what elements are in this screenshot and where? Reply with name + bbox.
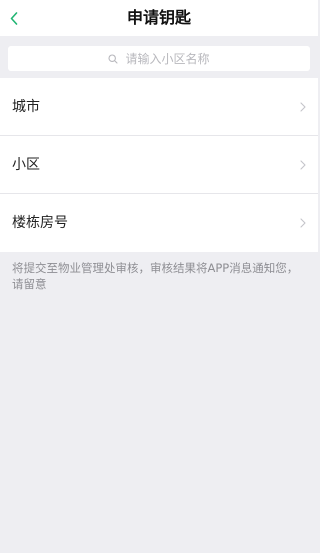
header-bar: 申请钥匙 [0, 0, 318, 36]
search-input[interactable]: 请输入小区名称 [8, 46, 310, 71]
chevron-right-icon [300, 159, 306, 170]
key-request-form-list: 城市 小区 楼栋房号 [0, 78, 318, 252]
list-item-city[interactable]: 城市 [0, 78, 318, 136]
list-item-building-room[interactable]: 楼栋房号 [0, 194, 318, 252]
list-item-label: 城市 [12, 98, 40, 115]
list-item-community[interactable]: 小区 [0, 136, 318, 194]
list-item-label: 小区 [12, 156, 40, 173]
list-item-label: 楼栋房号 [12, 215, 68, 231]
app-screen: 申请钥匙 请输入小区名称 城市 小区 楼栋房号 将提交至物业管理处审核，审核结果… [0, 0, 318, 553]
search-icon [108, 53, 119, 64]
search-area: 请输入小区名称 [0, 36, 318, 78]
chevron-right-icon [300, 218, 306, 228]
review-notice: 将提交至物业管理处审核，审核结果将APP消息通知您，请留意 [12, 261, 299, 291]
search-placeholder: 请输入小区名称 [125, 51, 210, 66]
chevron-right-icon [300, 101, 306, 112]
page-title: 申请钥匙 [126, 8, 191, 27]
